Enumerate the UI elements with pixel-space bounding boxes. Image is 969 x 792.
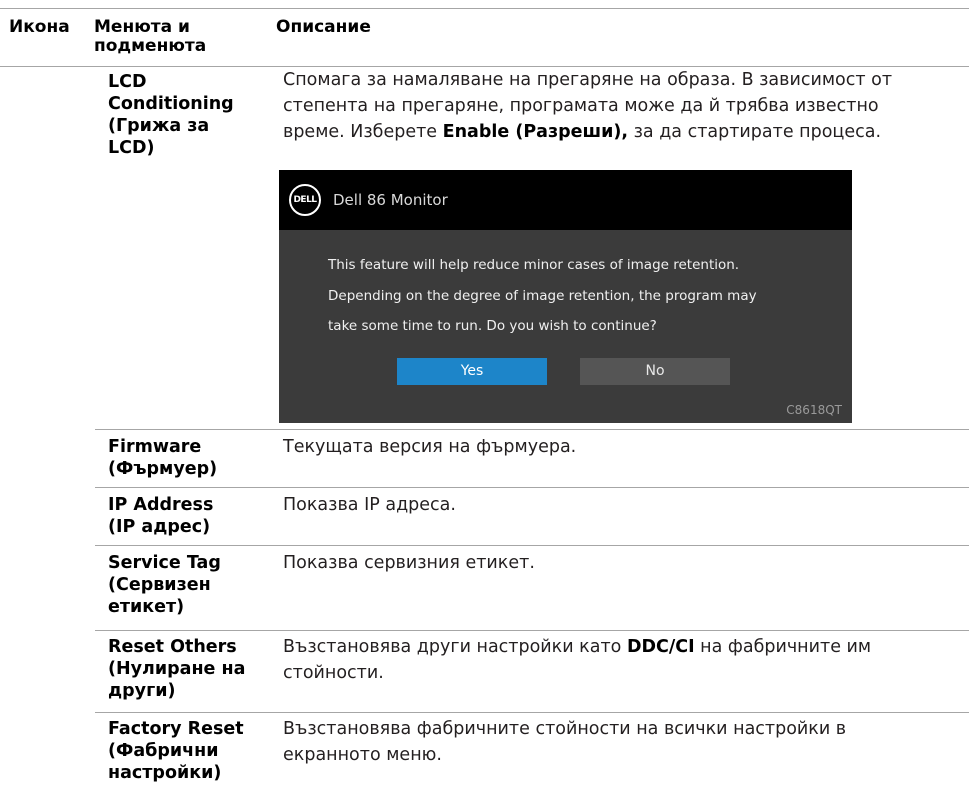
lcd-conditioning-description: Спомага за намаляване на прегаряне на об… <box>283 67 943 145</box>
yes-button[interactable]: Yes <box>397 358 547 385</box>
dialog-message: This feature will help reduce minor case… <box>328 250 838 342</box>
service-name-line3: етикет) <box>108 597 185 617</box>
lcd-conditioning-name: LCD Conditioning (Грижа за LCD) <box>108 71 268 159</box>
ip-name-line1: IP Address <box>108 495 214 515</box>
reset-others-desc-tail: на фабричните им <box>694 637 872 657</box>
firmware-name-line2: (Фърмуер) <box>108 459 218 479</box>
firmware-name-line1: Firmware <box>108 437 202 457</box>
row-rule-service <box>95 545 969 546</box>
reset-others-name-line2: (Нулиране на <box>108 659 246 679</box>
ip-address-description: Показва IP адреса. <box>283 495 456 515</box>
ip-address-name: IP Address (IP адрес) <box>108 494 268 538</box>
ddc-ci-label: DDC/CI <box>626 637 695 657</box>
service-tag-description: Показва сервизния етикет. <box>283 553 535 573</box>
lcd-conditioning-dialog: DELL Dell 86 Monitor This feature will h… <box>279 170 852 423</box>
row-rule-factory-reset <box>95 712 969 713</box>
no-button[interactable]: No <box>580 358 730 385</box>
factory-reset-name-line3: настройки) <box>108 763 222 783</box>
header-menu-column: Менюта и подменюта <box>94 18 206 56</box>
factory-reset-name: Factory Reset (Фабрични настройки) <box>108 718 268 784</box>
lcd-name-line1: LCD <box>108 72 147 92</box>
factory-reset-name-line1: Factory Reset <box>108 719 244 739</box>
row-rule-firmware <box>95 429 969 430</box>
factory-reset-name-line2: (Фабрични <box>108 741 219 761</box>
ip-name-line2: (IP адрес) <box>108 517 211 537</box>
header-menu-line2: подменюта <box>94 36 207 56</box>
lcd-name-line3: (Грижа за <box>108 116 210 136</box>
reset-others-desc-text: Възстановява други настройки като <box>283 637 627 657</box>
service-name-line1: Service Tag <box>108 553 221 573</box>
enable-option-label: Enable (Разреши), <box>442 122 629 142</box>
dialog-header: DELL Dell 86 Monitor <box>279 170 852 230</box>
lcd-desc-line3-text: време. Изберете <box>283 122 443 142</box>
reset-others-description: Възстановява други настройки като DDC/CI… <box>283 634 943 686</box>
dialog-message-line1: This feature will help reduce minor case… <box>328 257 740 273</box>
reset-others-desc-line1: Възстановява други настройки като DDC/CI… <box>283 634 943 660</box>
top-rule <box>0 8 969 9</box>
reset-others-desc-line2: стойности. <box>283 663 384 683</box>
row-rule-ip <box>95 487 969 488</box>
factory-reset-desc-line2: екранното меню. <box>283 745 442 765</box>
service-name-line2: (Сервизен <box>108 575 211 595</box>
service-tag-name: Service Tag (Сервизен етикет) <box>108 552 268 618</box>
lcd-name-line2: Conditioning <box>108 94 234 114</box>
lcd-desc-line3-tail: за да стартирате процеса. <box>628 122 882 142</box>
header-description-column: Описание <box>276 17 371 37</box>
lcd-name-line4: LCD) <box>108 138 155 158</box>
dell-logo-icon: DELL <box>289 184 321 216</box>
header-icon-column: Икона <box>9 17 70 37</box>
lcd-desc-line3: време. Изберете Enable (Разреши), за да … <box>283 119 943 145</box>
row-rule-reset-others <box>95 630 969 631</box>
factory-reset-desc-line1: Възстановява фабричните стойности на вси… <box>283 719 847 739</box>
lcd-desc-line2: степента на прегаряне, програмата може д… <box>283 96 879 116</box>
lcd-desc-line1: Спомага за намаляване на прегаряне на об… <box>283 70 893 90</box>
header-menu-line1: Менюта и <box>94 17 190 37</box>
reset-others-name-line3: други) <box>108 681 176 701</box>
factory-reset-description: Възстановява фабричните стойности на вси… <box>283 716 943 768</box>
reset-others-name-line1: Reset Others <box>108 637 237 657</box>
dialog-title: Dell 86 Monitor <box>333 191 448 209</box>
dialog-message-line2: Depending on the degree of image retenti… <box>328 287 757 304</box>
model-number: C8618QT <box>786 403 842 417</box>
firmware-name: Firmware (Фърмуер) <box>108 436 268 480</box>
reset-others-name: Reset Others (Нулиране на други) <box>108 636 268 702</box>
dialog-message-line3: take some time to run. Do you wish to co… <box>328 318 657 334</box>
firmware-description: Текущата версия на фърмуера. <box>283 437 577 457</box>
